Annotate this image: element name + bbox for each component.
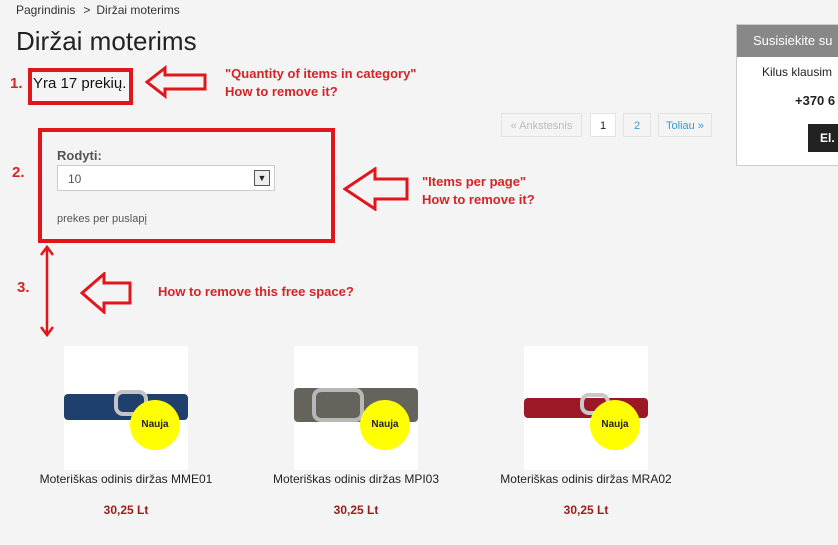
product-image[interactable]: Nauja (294, 346, 418, 470)
contact-question: Kilus klausim (762, 65, 833, 79)
per-page-note: prekes per puslapį (57, 213, 147, 225)
new-badge: Nauja (592, 402, 638, 448)
pagination-page-2[interactable]: 2 (623, 113, 651, 137)
product-price: 30,25 Lt (333, 503, 379, 517)
buckle-icon (312, 388, 364, 422)
contact-email-button[interactable]: El. p (808, 124, 838, 152)
product-price: 30,25 Lt (103, 503, 149, 517)
product-name-link[interactable]: Moteriškas odinis diržas MRA02 (498, 472, 674, 486)
annotation-text-1-question: How to remove it? (225, 84, 338, 99)
annotation-text-1: "Quantity of items in category" How to r… (225, 65, 416, 101)
annotation-text-1-title: "Quantity of items in category" (225, 66, 417, 81)
contact-box: Susisiekite su Kilus klausim +370 6 El. … (736, 24, 838, 166)
page-title: Diržai moterims (16, 26, 197, 56)
annotation-arrow-2 (343, 167, 409, 211)
dropdown-arrow-icon[interactable]: ▼ (254, 170, 270, 186)
contact-phone: +370 6 (795, 93, 836, 108)
breadcrumb-home-link[interactable]: Pagrindinis (16, 3, 75, 17)
pagination-prev-button[interactable]: « Ankstesnis (501, 113, 582, 137)
product-image[interactable]: Nauja (64, 346, 188, 470)
pagination-next-button[interactable]: Toliau » (658, 113, 712, 137)
product-image[interactable]: Nauja (524, 346, 648, 470)
annotation-text-3: How to remove this free space? (158, 284, 354, 299)
annotation-number-3: 3. (17, 279, 30, 296)
new-badge: Nauja (132, 402, 178, 448)
annotation-text-2-title: "Items per page" (422, 174, 527, 189)
annotation-text-2-question: How to remove it? (422, 192, 535, 207)
annotation-number-1: 1. (10, 75, 23, 92)
new-badge: Nauja (362, 402, 408, 448)
per-page-select[interactable]: 10 ▼ (57, 165, 275, 191)
breadcrumb: Pagrindinis > Diržai moterims (16, 3, 180, 17)
pagination-page-1[interactable]: 1 (590, 113, 616, 137)
product-price: 30,25 Lt (563, 503, 609, 517)
annotation-number-2: 2. (12, 164, 25, 181)
contact-header: Susisiekite su (737, 25, 838, 57)
annotation-arrow-1 (145, 65, 207, 99)
annotation-arrow-3 (80, 272, 132, 314)
breadcrumb-separator: > (83, 3, 91, 17)
per-page-value: 10 (68, 172, 82, 186)
product-name-link[interactable]: Moteriškas odinis diržas MME01 (38, 472, 214, 486)
product-name-link[interactable]: Moteriškas odinis diržas MPI03 (268, 472, 444, 486)
per-page-label: Rodyti: (57, 148, 102, 163)
breadcrumb-current: Diržai moterims (96, 3, 180, 17)
annotation-vertical-arrow (40, 244, 54, 338)
category-item-count: Yra 17 prekių. (33, 75, 127, 92)
annotation-text-2: "Items per page" How to remove it? (422, 173, 535, 209)
